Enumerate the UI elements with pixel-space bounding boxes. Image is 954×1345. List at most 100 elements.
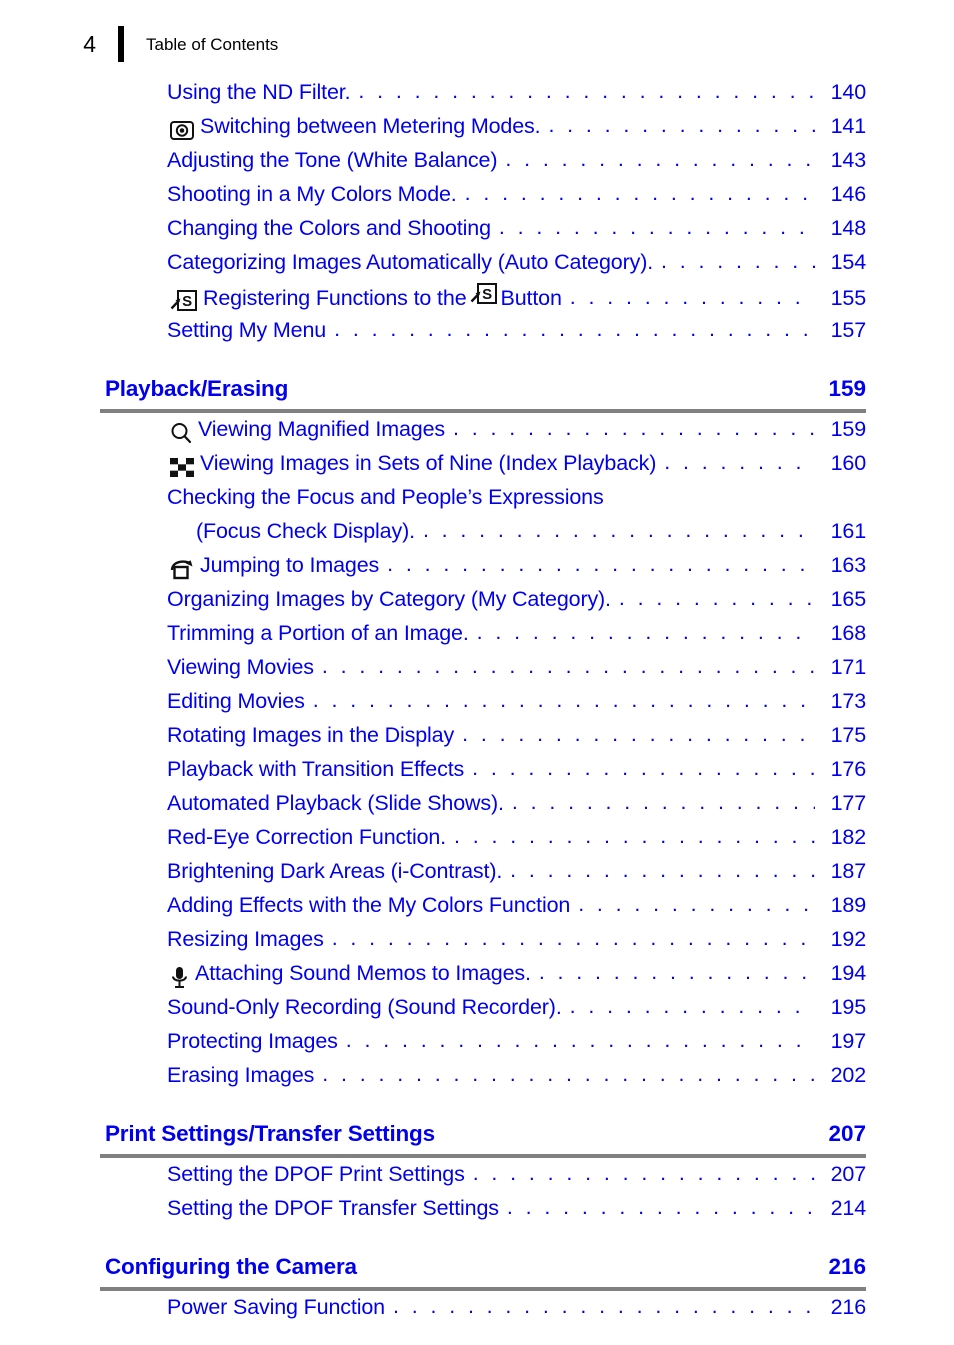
leader-dots: . . . . . . . . . . . . . . . . . . . . … <box>321 654 815 678</box>
toc-entry[interactable]: Editing Movies . . . . . . . . . . . . . … <box>0 688 954 723</box>
toc-entry-label: Setting the DPOF Transfer Settings <box>167 1196 499 1220</box>
toc-entry[interactable]: Protecting Images . . . . . . . . . . . .… <box>0 1028 954 1063</box>
leader-dots: . . . . . . . . . . . . . . . . . . . . … <box>392 1294 815 1318</box>
entry-icon-slot <box>167 423 196 445</box>
toc-entry[interactable]: S Registering Functions to the S Button . . … <box>0 283 954 318</box>
toc-section: Playback/Erasing 159 Viewing Magnified Ima… <box>0 376 954 1097</box>
entry-icon-slot <box>167 457 198 478</box>
toc-entry-label: Viewing Magnified Images <box>198 417 445 441</box>
toc-entry-label: Using the ND Filter. <box>167 80 351 104</box>
toc-entry-page-number: 159 <box>830 417 867 441</box>
toc-entry[interactable]: Switching between Metering Modes. . . . .… <box>0 113 954 148</box>
leader-dots: . . . . . . . . . . . . . . . . . . . . … <box>312 688 815 712</box>
toc-entry[interactable]: Viewing Images in Sets of Nine (Index Pl… <box>0 450 954 485</box>
toc-entry-page-number: 163 <box>830 553 867 577</box>
toc-entry-page-number: 176 <box>830 757 867 781</box>
toc-entry[interactable]: Checking the Focus and People’s Expressi… <box>0 485 954 519</box>
toc-entry[interactable]: Jumping to Images . . . . . . . . . . . .… <box>0 552 954 587</box>
toc-entry-page-number: 168 <box>830 621 867 645</box>
toc-entry-label: Protecting Images <box>167 1029 338 1053</box>
toc-entry[interactable]: Sound-Only Recording (Sound Recorder). . … <box>0 994 954 1029</box>
toc-entry[interactable]: Power Saving Function . . . . . . . . . .… <box>0 1294 954 1329</box>
toc-entry[interactable]: Brightening Dark Areas (i-Contrast). . . … <box>0 858 954 893</box>
page-header: 4 Table of Contents <box>0 22 954 66</box>
toc-section-title: Playback/Erasing <box>105 376 289 401</box>
microphone-icon <box>170 966 189 989</box>
leader-dots: . . . . . . . . . . . . . . . . . . . . … <box>422 518 815 542</box>
leader-dots: . . . . . . . . . . . . . . . . . . . . … <box>472 1161 815 1185</box>
toc-entry-page-number: 143 <box>830 148 867 172</box>
toc-entry[interactable]: Red-Eye Correction Function. . . . . . . … <box>0 824 954 859</box>
header-divider-bar <box>118 26 124 62</box>
toc-entry[interactable]: Setting the DPOF Print Settings . . . . .… <box>0 1161 954 1196</box>
toc-entry[interactable]: Changing the Colors and Shooting . . . . … <box>0 215 954 250</box>
toc-section-header[interactable]: Print Settings/Transfer Settings 207 <box>0 1121 954 1147</box>
toc-entry[interactable]: Automated Playback (Slide Shows). . . . .… <box>0 790 954 825</box>
toc-entry[interactable]: Playback with Transition Effects . . . . … <box>0 756 954 791</box>
toc-entry[interactable]: Using the ND Filter. . . . . . . . . . . … <box>0 79 954 114</box>
toc-entry-group: Viewing Magnified Images . . . . . . . . … <box>0 413 954 1097</box>
toc-entry[interactable]: Trimming a Portion of an Image. . . . . .… <box>0 620 954 655</box>
toc-entry[interactable]: Adjusting the Tone (White Balance) . . . … <box>0 147 954 182</box>
toc-section-header[interactable]: Configuring the Camera 216 <box>0 1254 954 1280</box>
toc-entry[interactable]: Setting My Menu . . . . . . . . . . . . .… <box>0 317 954 352</box>
toc-entry-group: Setting the DPOF Print Settings . . . . .… <box>0 1158 954 1230</box>
toc-entry-label: Shooting in a My Colors Mode. <box>167 182 457 206</box>
toc-entry-page-number: 214 <box>830 1196 867 1220</box>
page-title: Table of Contents <box>146 34 279 54</box>
toc-entry-label: Resizing Images <box>167 927 324 951</box>
leader-dots: . . . . . . . . . . . . . . . . . . . . … <box>661 249 815 273</box>
toc-entry-label: Jumping to Images <box>200 553 380 577</box>
toc-entry-label: Setting My Menu <box>167 318 327 342</box>
toc-entry-page-number: 154 <box>830 250 867 274</box>
toc-entry[interactable]: Rotating Images in the Display . . . . . … <box>0 722 954 757</box>
toc-entry[interactable]: Viewing Movies . . . . . . . . . . . . . … <box>0 654 954 689</box>
toc-entry-label: Editing Movies <box>167 689 305 713</box>
leader-dots: . . . . . . . . . . . . . . . . . . . . … <box>345 1028 815 1052</box>
toc-entry-page-number: 189 <box>830 893 867 917</box>
toc-entry-page-number: 161 <box>830 519 867 543</box>
toc-entry-page-number: 173 <box>830 689 867 713</box>
toc-entry-label: Registering Functions to the <box>203 286 467 310</box>
leader-dots: . . . . . . . . . . . . . . . . . . . . … <box>334 317 815 341</box>
toc-entry-page-number: 160 <box>830 451 867 475</box>
toc-entry[interactable]: Erasing Images . . . . . . . . . . . . . … <box>0 1062 954 1097</box>
toc-entry[interactable]: Categorizing Images Automatically (Auto … <box>0 249 954 284</box>
toc-entry[interactable]: Adding Effects with the My Colors Functi… <box>0 892 954 927</box>
toc-section-header[interactable]: Playback/Erasing 159 <box>0 376 954 402</box>
toc-entry-label: Attaching Sound Memos to Images. <box>195 961 531 985</box>
entry-icon-slot <box>167 966 193 990</box>
toc-entry-page-number: 216 <box>830 1295 867 1319</box>
leader-dots: . . . . . . . . . . . . . . . . . . . . … <box>387 552 815 576</box>
leader-dots: . . . . . . . . . . . . . . . . . . . . … <box>454 824 815 848</box>
toc-entry-label: Automated Playback (Slide Shows). <box>167 791 504 815</box>
toc-entry-page-number: 182 <box>830 825 867 849</box>
shortcut-button-icon: S <box>470 283 497 304</box>
toc-entry[interactable]: (Focus Check Display). . . . . . . . . . … <box>0 518 954 553</box>
toc-section-title: Configuring the Camera <box>105 1254 357 1279</box>
toc-entry[interactable]: Attaching Sound Memos to Images. . . . . … <box>0 960 954 995</box>
toc-entry-label: Viewing Movies <box>167 655 314 679</box>
toc-entry[interactable]: Shooting in a My Colors Mode. . . . . . .… <box>0 181 954 216</box>
toc-entry[interactable]: Setting the DPOF Transfer Settings . . . … <box>0 1195 954 1230</box>
toc-entry-label: Adjusting the Tone (White Balance) <box>167 148 498 172</box>
leader-dots: . . . . . . . . . . . . . . . . . . . . … <box>506 1195 815 1219</box>
leader-dots: . . . . . . . . . . . . . . . . . . . . … <box>464 181 815 205</box>
toc-entry-page-number: 140 <box>830 80 867 104</box>
toc-entry[interactable]: Resizing Images . . . . . . . . . . . . .… <box>0 926 954 961</box>
leader-dots: . . . . . . . . . . . . . . . . . . . . … <box>498 215 815 239</box>
toc-entry-label: Checking the Focus and People’s Expressi… <box>167 485 604 509</box>
entry-icon-slot: S <box>167 289 201 312</box>
toc-entry-page-number: 192 <box>830 927 867 951</box>
toc-entry-label: (Focus Check Display). <box>196 519 415 543</box>
toc-entry-label: Organizing Images by Category (My Catego… <box>167 587 611 611</box>
toc-entry-label: Brightening Dark Areas (i-Contrast). <box>167 859 503 883</box>
leader-dots: . . . . . . . . . . . . . . . . . . . . … <box>505 147 815 171</box>
leader-dots: . . . . . . . . . . . . . . . . . . . . … <box>548 113 815 137</box>
toc-entry-label: Viewing Images in Sets of Nine (Index Pl… <box>200 451 657 475</box>
toc-entry-label: Adding Effects with the My Colors Functi… <box>167 893 571 917</box>
toc-entry[interactable]: Viewing Magnified Images . . . . . . . . … <box>0 416 954 451</box>
toc-section: Print Settings/Transfer Settings 207 Setti… <box>0 1121 954 1230</box>
toc-entry[interactable]: Organizing Images by Category (My Catego… <box>0 586 954 621</box>
toc-entry-page-number: 197 <box>830 1029 867 1053</box>
